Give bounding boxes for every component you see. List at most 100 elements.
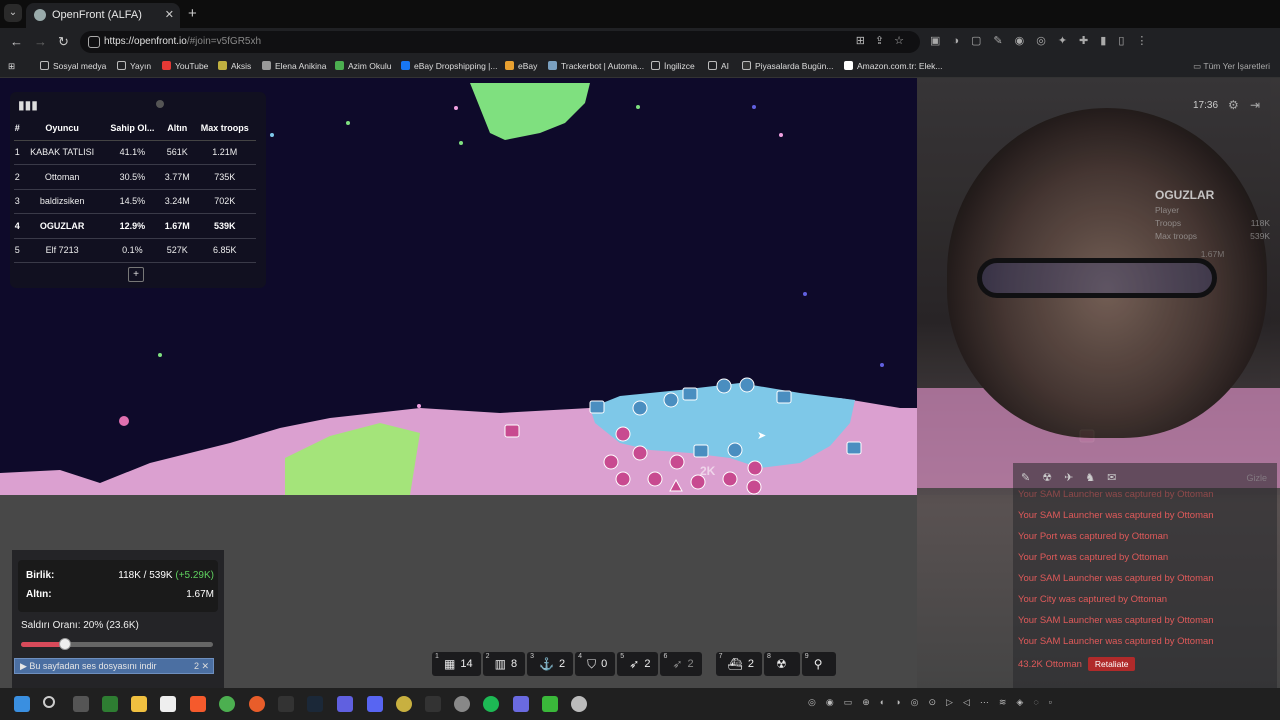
- app-icon[interactable]: [73, 696, 89, 712]
- leaderboard-toggle[interactable]: [156, 100, 164, 108]
- bookmark-item[interactable]: İngilizce: [651, 61, 695, 71]
- store-icon[interactable]: [160, 696, 176, 712]
- chrome-icon[interactable]: [219, 696, 235, 712]
- back-icon[interactable]: ←: [10, 34, 23, 49]
- build-slot-4[interactable]: 4 ⛉ 0: [575, 652, 616, 676]
- game-area[interactable]: 2K ➤ ▮▮▮ # Oyuncu Sahip Ol... Altın Max …: [0, 78, 1280, 688]
- site-info-icon[interactable]: [88, 36, 100, 48]
- table-row[interactable]: 1 KABAK TATLISI 41.1% 561K 1.21M: [14, 140, 256, 165]
- bookmark-item[interactable]: Elena Anikina: [262, 61, 327, 71]
- build-slot-8[interactable]: 8 ☢: [764, 652, 800, 676]
- bookmark-item[interactable]: eBay Dropshipping |...: [401, 61, 497, 71]
- app-icon[interactable]: [425, 696, 441, 712]
- bookmark-item[interactable]: AI: [708, 61, 729, 71]
- bookmark-item[interactable]: Trackerbot | Automa...: [548, 61, 644, 71]
- bookmark-item[interactable]: eBay: [505, 61, 537, 71]
- forward-icon[interactable]: →: [34, 34, 47, 49]
- discord-icon[interactable]: [367, 696, 383, 712]
- bookmark-item[interactable]: Yayın: [117, 61, 151, 71]
- table-row[interactable]: 2 Ottoman 30.5% 3.77M 735K: [14, 164, 256, 190]
- build-slot-1[interactable]: 1 ▦ 14: [432, 652, 481, 676]
- bookmark-item[interactable]: Amazon.com.tr: Elek...: [844, 61, 943, 71]
- tab-search-button[interactable]: ⌄: [4, 4, 22, 22]
- col-owned[interactable]: Sahip Ol...: [103, 116, 162, 141]
- bookmark-item[interactable]: Azim Okulu: [335, 61, 391, 71]
- extension-icons[interactable]: ▣◑▢✎◉◎✦✚▮▯⋮: [930, 34, 1159, 47]
- player-name: OGUZLAR: [1155, 188, 1215, 202]
- event-message: Your City was captured by Ottoman: [1018, 594, 1168, 605]
- build-slot-5[interactable]: 5 ➶ 2: [617, 652, 659, 676]
- all-bookmarks[interactable]: ▭ Tüm Yer İşaretleri: [1193, 61, 1270, 72]
- browser-tab[interactable]: OpenFront (ALFA) ✕: [26, 3, 180, 28]
- glasses: [977, 258, 1217, 298]
- city-icon: ▦: [444, 657, 456, 671]
- bookmark-item[interactable]: Aksis: [218, 61, 251, 71]
- reload-icon[interactable]: ↻: [58, 34, 69, 50]
- retaliate-button[interactable]: Retaliate: [1087, 657, 1136, 671]
- app-icon[interactable]: [513, 696, 529, 712]
- attack-ratio-slider[interactable]: [21, 638, 213, 650]
- app-icon[interactable]: [249, 696, 265, 712]
- table-row-current-player[interactable]: 4 OGUZLAR 12.9% 1.67M 539K: [14, 213, 256, 239]
- territory-label: 2K: [700, 464, 716, 478]
- search-icon[interactable]: [43, 696, 55, 708]
- build-slot-3[interactable]: 3 ⚓ 2: [527, 652, 574, 676]
- folder-icon[interactable]: [131, 696, 147, 712]
- exit-icon[interactable]: ⇥: [1250, 98, 1260, 112]
- port-icon: ⚓: [539, 657, 555, 671]
- epic-games-icon[interactable]: [278, 696, 294, 712]
- event-filter-icons[interactable]: ✎☢✈♞✉: [1021, 471, 1128, 484]
- windows-start-icon[interactable]: [14, 696, 30, 712]
- address-bar[interactable]: https://openfront.io/#join=v5fGR5xh ⊞⇪☆: [80, 31, 920, 53]
- cursor-icon: ➤: [757, 430, 767, 442]
- close-icon[interactable]: 2 ✕: [194, 661, 209, 672]
- player-info-panel: OGUZLAR Player Troops 118K Max troops 539K…: [1155, 188, 1270, 259]
- app-icon[interactable]: [571, 696, 587, 712]
- globe-icon: [34, 9, 46, 21]
- build-slot-9[interactable]: 9 ⚲: [801, 652, 836, 676]
- new-tab-button[interactable]: +: [188, 5, 197, 22]
- bookmark-item[interactable]: YouTube: [162, 61, 208, 71]
- build-slot-2[interactable]: 2 ▥ 8: [482, 652, 526, 676]
- windows-taskbar: ◎◉▭⊕◐◑◎⊙▷◁⋯≋◈◌▫: [0, 688, 1280, 720]
- island-green: [470, 83, 590, 140]
- obs-icon[interactable]: [454, 696, 470, 712]
- col-player[interactable]: Oyuncu: [20, 116, 104, 141]
- app-icon[interactable]: [337, 696, 353, 712]
- hide-events-button[interactable]: Gizle: [1246, 473, 1267, 483]
- player-stats-panel: Birlik: 118K / 539K (+5.29K) Altın: 1.67…: [12, 550, 224, 688]
- app-icon[interactable]: [542, 696, 558, 712]
- xbox-icon[interactable]: [102, 696, 118, 712]
- system-tray[interactable]: ◎◉▭⊕◐◑◎⊙▷◁⋯≋◈◌▫: [808, 697, 1062, 708]
- warship-icon: ⛴: [727, 657, 743, 671]
- close-icon[interactable]: ✕: [165, 8, 174, 21]
- browser-tab-bar: ⌄ OpenFront (ALFA) ✕ +: [0, 0, 1280, 28]
- apps-icon[interactable]: ⊞: [8, 61, 15, 72]
- omnibox-actions[interactable]: ⊞⇪☆: [856, 34, 914, 47]
- missile-silo-icon: ➶: [629, 657, 640, 671]
- col-gold[interactable]: Altın: [161, 116, 194, 141]
- steam-icon[interactable]: [307, 696, 323, 712]
- gold-label: Altın:: [26, 589, 52, 600]
- download-audio-banner[interactable]: ▶ Bu sayfadan ses dosyasını indir 2 ✕: [14, 658, 214, 674]
- spotify-icon[interactable]: [483, 696, 499, 712]
- bookmark-item[interactable]: Piyasalarda Bugün...: [742, 61, 833, 71]
- bar-chart-icon[interactable]: ▮▮▮: [18, 98, 38, 112]
- factory-icon: ▥: [494, 657, 506, 671]
- event-message: Your SAM Launcher was captured by Ottoma…: [1018, 489, 1214, 500]
- sam-launcher-icon: ➶: [672, 657, 683, 671]
- table-row[interactable]: 5 Elf 7213 0.1% 527K 6.85K: [14, 238, 256, 263]
- build-slot-7[interactable]: 7 ⛴ 2: [715, 652, 763, 676]
- app-icon[interactable]: [396, 696, 412, 712]
- resource-box: Birlik: 118K / 539K (+5.29K) Altın: 1.67…: [18, 560, 218, 612]
- brave-icon[interactable]: [190, 696, 206, 712]
- slider-handle[interactable]: [59, 638, 72, 650]
- unit-marker: [119, 416, 129, 426]
- table-row[interactable]: 3 baldizsiken 14.5% 3.24M 702K: [14, 189, 256, 214]
- settings-icon[interactable]: ⚙: [1228, 98, 1239, 112]
- expand-leaderboard-button[interactable]: +: [128, 267, 144, 282]
- bookmark-item[interactable]: Sosyal medya: [40, 61, 106, 71]
- player-gold: 1.67M: [1200, 249, 1225, 259]
- build-slot-6[interactable]: 6 ➶ 2: [660, 652, 702, 676]
- col-max-troops[interactable]: Max troops: [193, 116, 256, 141]
